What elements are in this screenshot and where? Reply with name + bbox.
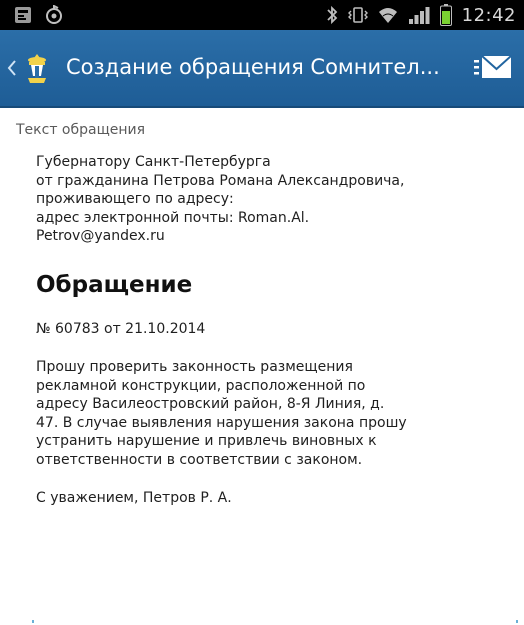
- address-line: адрес электронной почты: Roman.Al.: [36, 209, 310, 226]
- body-line: ответственности в соответствии с законом…: [36, 451, 363, 468]
- address-line: Губернатору Санкт-Петербурга: [36, 154, 271, 170]
- appeal-heading: Обращение: [36, 271, 193, 298]
- bluetooth-icon: [326, 5, 338, 25]
- address-line: Petrov@yandex.ru: [36, 228, 165, 244]
- text-field-underline: [32, 620, 518, 623]
- battery-icon: [439, 4, 452, 26]
- body-line: адресу Василеостровский район, 8-Я Линия…: [36, 396, 385, 412]
- wifi-icon: [378, 5, 398, 25]
- action-bar: Создание обращения Сомнител...: [0, 30, 524, 108]
- underline-left-tick: [32, 620, 34, 623]
- page-title: Создание обращения Сомнител...: [66, 55, 440, 79]
- appeal-body: Прошу проверить законность размещения ре…: [36, 358, 516, 469]
- address-block: Губернатору Санкт-Петербурга от граждани…: [36, 153, 516, 246]
- body-line: рекламной конструкции, расположенной по: [36, 377, 366, 394]
- appeal-signature: С уважением, Петров Р. А.: [36, 490, 232, 506]
- appeal-text-field[interactable]: Губернатору Санкт-Петербурга от граждани…: [36, 153, 516, 508]
- body-line: 47. В случае выявления нарушения закона …: [36, 414, 407, 431]
- status-time: 12:42: [461, 4, 516, 26]
- address-line: от гражданина Петрова Романа Александров…: [36, 172, 405, 189]
- address-line: проживающего по адресу:: [36, 191, 234, 207]
- notification-icon: [14, 6, 32, 24]
- body-line: устранить нарушение и привлечь виновных …: [36, 433, 377, 449]
- status-bar: 12:42: [0, 0, 524, 30]
- underline-right-tick: [516, 620, 518, 623]
- appeal-number: № 60783 от 21.10.2014: [36, 320, 206, 337]
- app-icon: [44, 5, 64, 25]
- signal-icon: [408, 5, 430, 25]
- section-label: Текст обращения: [16, 122, 146, 138]
- mail-send-icon: [474, 55, 512, 88]
- status-left-icons: [14, 5, 64, 25]
- body-line: Прошу проверить законность размещения: [36, 359, 353, 375]
- back-chevron-icon[interactable]: [6, 58, 18, 78]
- vibrate-icon: [347, 5, 368, 25]
- status-right-icons: 12:42: [326, 4, 516, 26]
- send-appeal-button[interactable]: [474, 52, 512, 84]
- city-emblem-icon[interactable]: [20, 52, 54, 86]
